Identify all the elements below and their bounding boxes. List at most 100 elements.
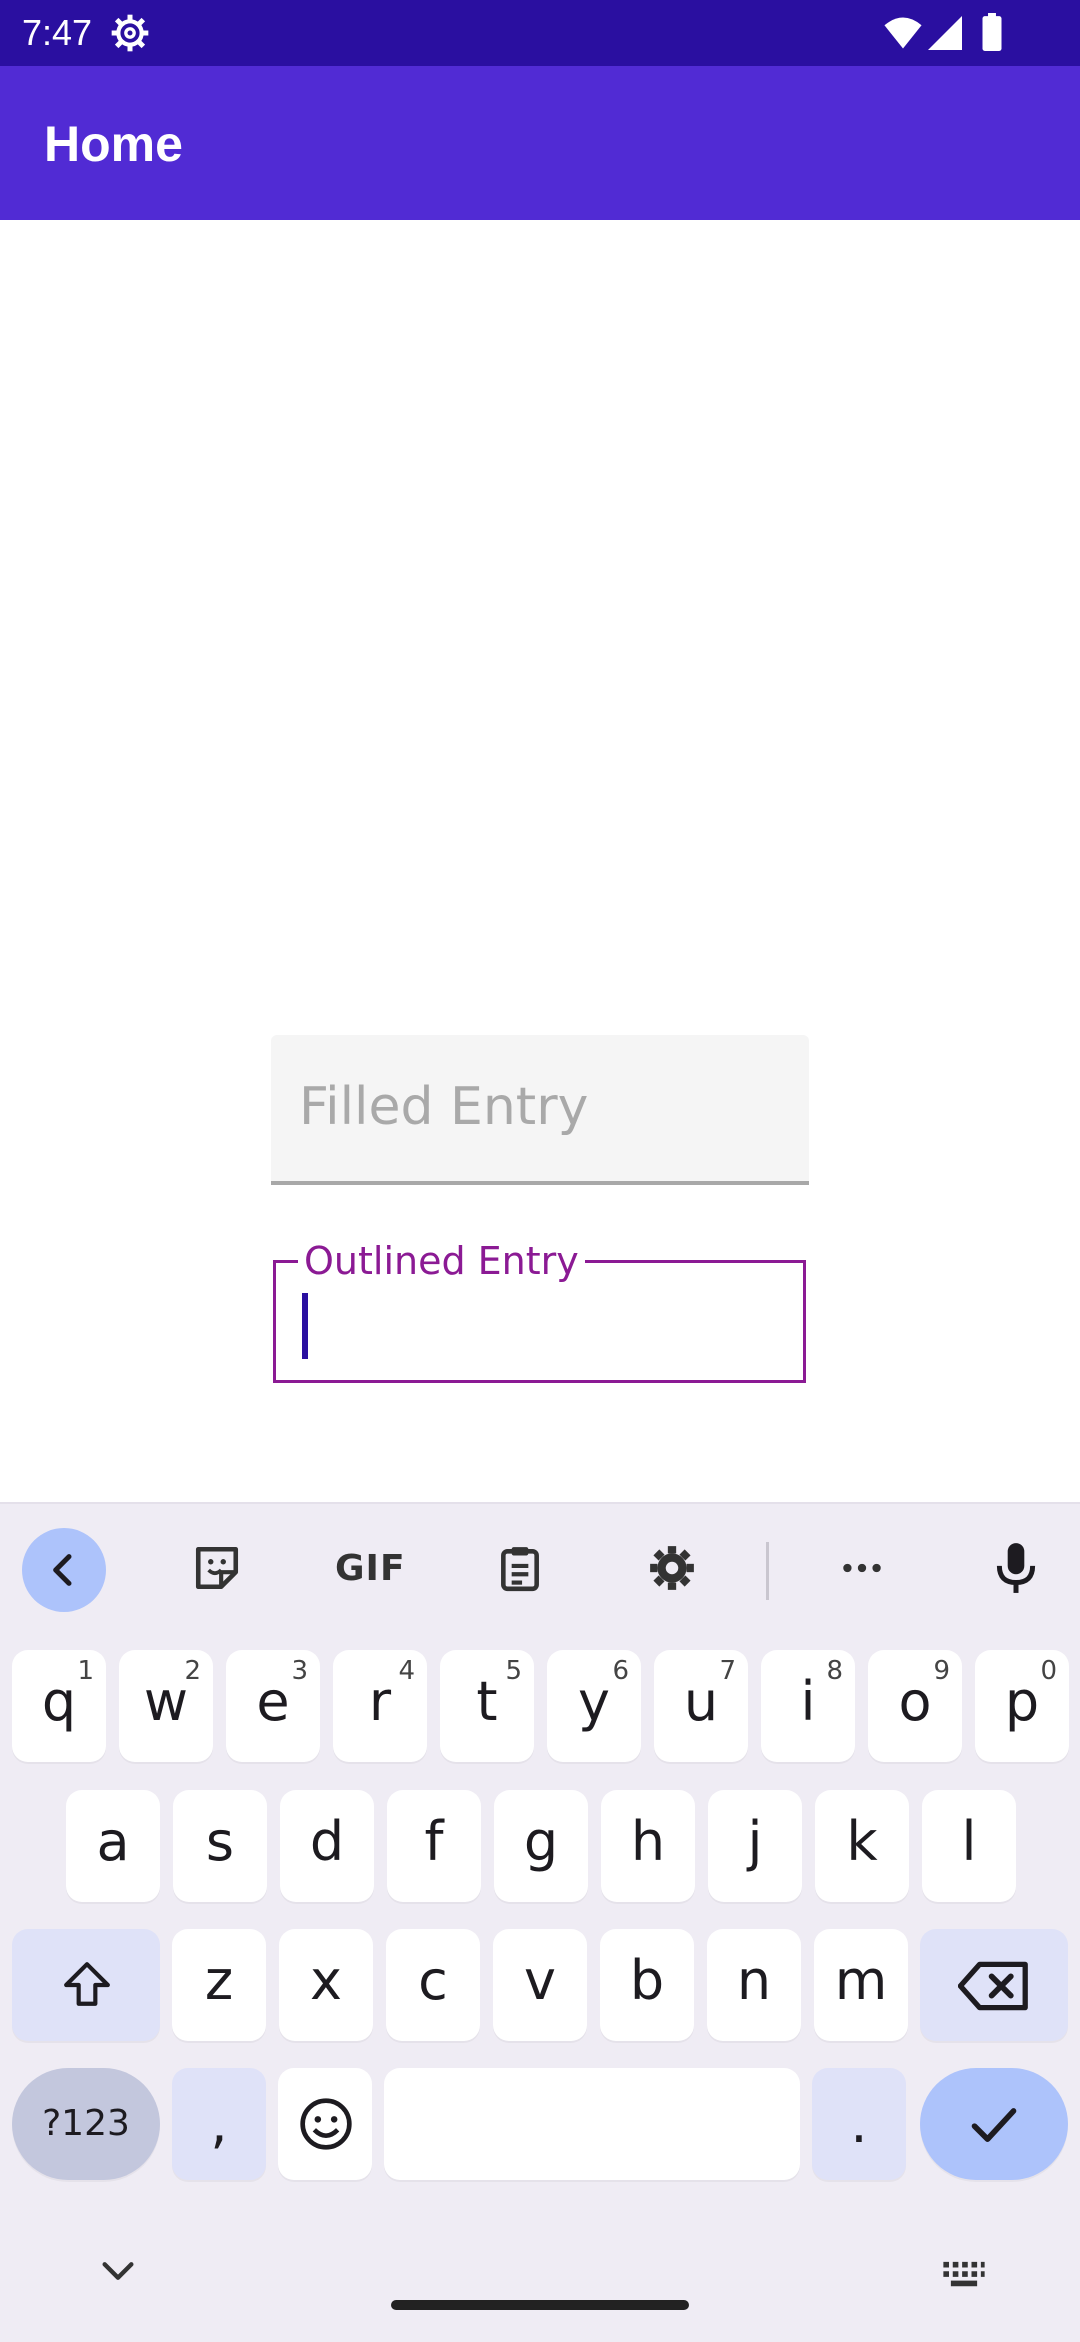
battery-icon [982,13,1002,51]
key-c[interactable]: c [386,1929,480,2041]
key-d[interactable]: d [280,1790,374,1902]
outlined-entry-label: Outlined Entry [298,1239,585,1283]
key-l[interactable]: l [922,1790,1016,1902]
key-e[interactable]: e3 [226,1650,320,1762]
sticker-icon [195,1546,239,1590]
more-icon [843,1563,881,1573]
key-f[interactable]: f [387,1790,481,1902]
soft-keyboard: GIF q 1 w 2 e 3 r 4 t 5 y 6 u 7 i 8 o 9 … [0,1502,1080,2342]
key-y[interactable]: y6 [547,1650,641,1762]
check-icon [971,2108,1017,2142]
page-title: Home [44,116,183,172]
key-label: j [747,1810,763,1873]
keyboard-switch-icon[interactable] [940,2260,988,2290]
emoji-icon [300,2098,352,2150]
key-hint: 0 [1040,1656,1057,1686]
gear-icon [650,1546,694,1590]
key-label: m [834,1949,888,2012]
key-label: a [96,1810,130,1873]
emoji-key[interactable] [278,2068,372,2180]
status-time: 7:47 [22,12,93,53]
key-w[interactable]: w2 [119,1650,213,1762]
sticker-button[interactable] [185,1536,249,1600]
key-t[interactable]: t5 [440,1650,534,1762]
key-hint: 6 [612,1656,629,1686]
key-u[interactable]: u7 [654,1650,748,1762]
key-label: z [204,1949,234,2012]
text-cursor [302,1293,308,1359]
hide-keyboard-icon[interactable] [98,2256,138,2286]
filled-entry-placeholder: Filled Entry [299,1077,589,1137]
key-hint: 4 [398,1656,415,1686]
key-n[interactable]: n [707,1929,801,2041]
key-label: f [424,1810,444,1873]
key-p[interactable]: p0 [975,1650,1069,1762]
key-label: v [524,1949,556,2012]
key-r[interactable]: r4 [333,1650,427,1762]
wifi-icon [884,17,922,49]
comma-key[interactable]: , [172,2068,266,2180]
key-v[interactable]: v [493,1929,587,2041]
keyboard-back-button[interactable] [22,1528,106,1612]
key-label: n [736,1949,772,2012]
gear-icon [111,14,149,52]
clipboard-button[interactable] [488,1536,552,1600]
key-label: c [418,1949,448,2012]
toolbar-divider [766,1542,769,1600]
gif-button[interactable]: GIF [335,1548,406,1589]
period-key-label: . [850,2092,868,2155]
key-i[interactable]: i8 [761,1650,855,1762]
key-label: h [630,1810,666,1873]
shift-key[interactable] [12,1929,160,2041]
clipboard-icon [501,1547,539,1592]
key-h[interactable]: h [601,1790,695,1902]
signal-icon [928,16,962,50]
key-label: s [205,1810,235,1873]
symbols-key[interactable]: ?123 [12,2068,160,2180]
key-hint: 2 [184,1656,201,1686]
key-x[interactable]: x [279,1929,373,2041]
keyboard-toolbar: GIF [0,1504,1080,1632]
backspace-key[interactable] [920,1929,1068,2041]
key-hint: 3 [291,1656,308,1686]
key-g[interactable]: g [494,1790,588,1902]
key-label: d [309,1810,345,1873]
key-o[interactable]: o9 [868,1650,962,1762]
space-key[interactable] [384,2068,800,2180]
key-hint: 7 [719,1656,736,1686]
key-hint: 8 [826,1656,843,1686]
key-label: g [523,1810,559,1873]
shift-icon [64,1962,110,2006]
more-button[interactable] [830,1536,894,1600]
comma-key-label: , [210,2092,228,2155]
voice-input-button[interactable] [984,1536,1048,1600]
mic-icon [996,1543,1036,1593]
symbols-key-label: ?123 [42,2103,130,2144]
key-j[interactable]: j [708,1790,802,1902]
key-q[interactable]: q1 [12,1650,106,1762]
period-key[interactable]: . [812,2068,906,2180]
status-bar: 7:47 [0,0,1080,66]
key-hint: 5 [505,1656,522,1686]
home-indicator[interactable] [391,2300,689,2310]
backspace-icon [958,1961,1028,2011]
key-s[interactable]: s [173,1790,267,1902]
key-label: x [310,1949,342,2012]
app-bar: Home [0,66,1080,220]
chevron-left-icon [53,1554,72,1586]
key-label: l [961,1810,977,1873]
key-label: k [846,1810,878,1873]
settings-button[interactable] [640,1536,704,1600]
key-b[interactable]: b [600,1929,694,2041]
key-hint: 1 [77,1656,94,1686]
outlined-entry[interactable]: Outlined Entry [273,1239,806,1383]
filled-entry[interactable]: Filled Entry [271,1035,809,1185]
key-label: b [629,1949,665,2012]
enter-key[interactable] [920,2068,1068,2180]
key-k[interactable]: k [815,1790,909,1902]
key-z[interactable]: z [172,1929,266,2041]
key-a[interactable]: a [66,1790,160,1902]
filled-entry-underline [271,1181,809,1185]
key-hint: 9 [933,1656,950,1686]
key-m[interactable]: m [814,1929,908,2041]
